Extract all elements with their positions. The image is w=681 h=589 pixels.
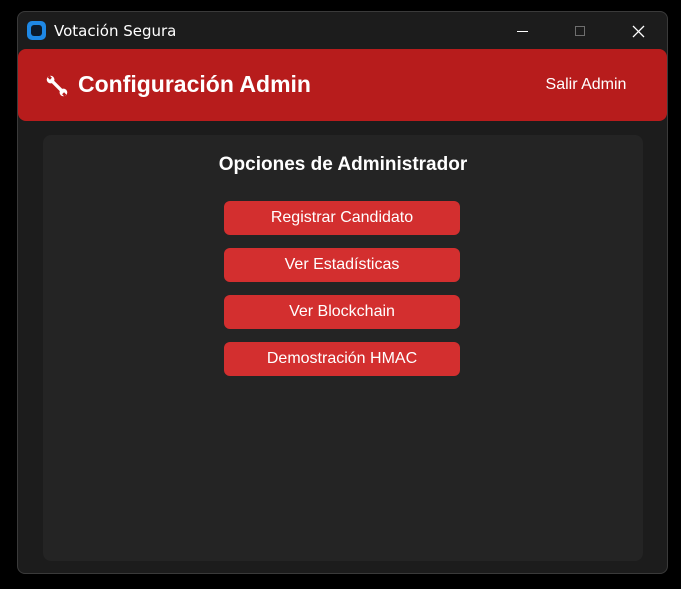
logout-admin-button[interactable]: Salir Admin	[536, 74, 636, 100]
view-blockchain-button[interactable]: Ver Blockchain	[224, 295, 460, 329]
page-title: Configuración Admin	[78, 71, 311, 97]
maximize-button[interactable]	[551, 12, 609, 50]
admin-options-panel: Opciones de Administrador Registrar Cand…	[43, 135, 643, 561]
close-button[interactable]	[609, 12, 667, 50]
window-title: Votación Segura	[54, 22, 177, 40]
app-window: Votación Segura Configuración Admin Sali…	[17, 11, 668, 574]
title-bar[interactable]: Votación Segura	[18, 12, 667, 50]
minimize-icon	[516, 30, 528, 32]
view-statistics-button[interactable]: Ver Estadísticas	[224, 248, 460, 282]
close-icon	[632, 25, 644, 37]
app-icon	[27, 21, 46, 40]
panel-title: Opciones de Administrador	[218, 154, 468, 175]
wrench-icon	[46, 75, 68, 97]
maximize-icon	[575, 26, 585, 36]
admin-header: Configuración Admin Salir Admin	[18, 49, 667, 121]
minimize-button[interactable]	[493, 12, 551, 50]
hmac-demo-button[interactable]: Demostración HMAC	[224, 342, 460, 376]
register-candidate-button[interactable]: Registrar Candidato	[224, 201, 460, 235]
